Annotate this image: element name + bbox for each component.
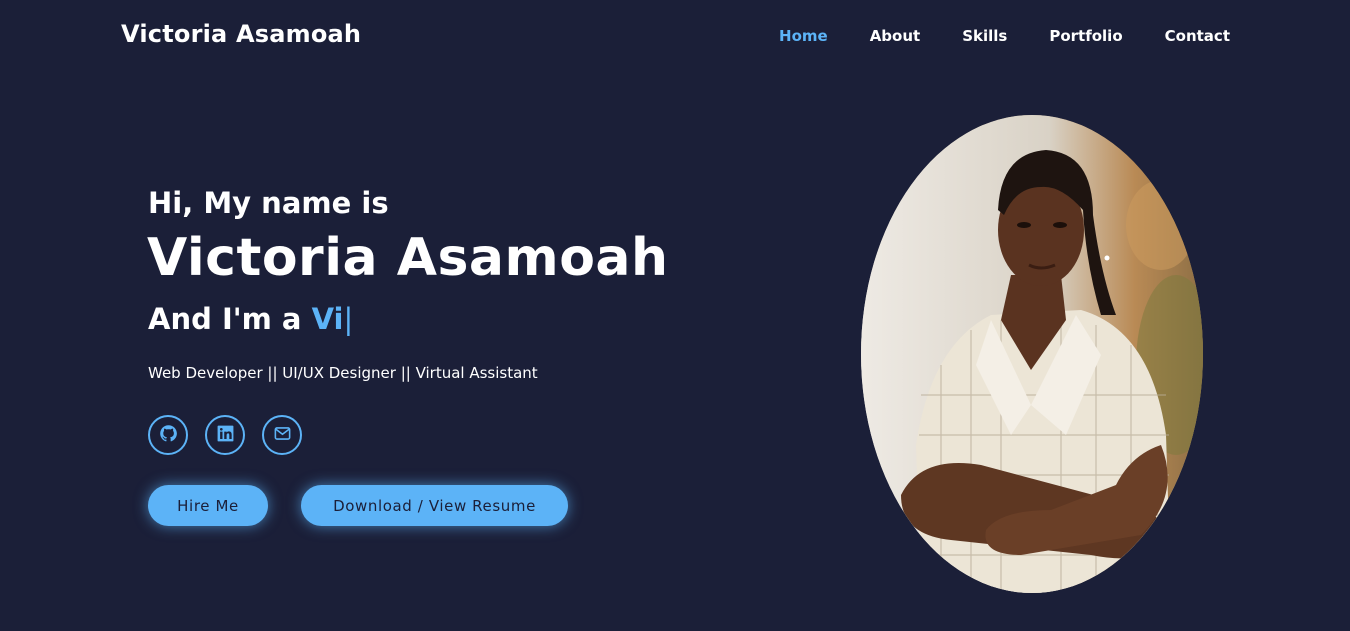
github-link[interactable] <box>148 415 188 455</box>
email-link[interactable] <box>262 415 302 455</box>
resume-button[interactable]: Download / View Resume <box>301 485 568 526</box>
linkedin-icon <box>216 424 235 447</box>
nav-skills[interactable]: Skills <box>962 27 1007 45</box>
page: Victoria Asamoah Home About Skills Portf… <box>0 0 1350 631</box>
hero-tagline: Web Developer || UI/UX Designer || Virtu… <box>148 364 538 382</box>
nav-about[interactable]: About <box>870 27 921 45</box>
github-icon <box>159 424 178 447</box>
main-nav: Home About Skills Portfolio Contact <box>779 27 1230 45</box>
nav-contact[interactable]: Contact <box>1165 27 1230 45</box>
hero-name: Victoria Asamoah <box>147 228 669 288</box>
nav-home[interactable]: Home <box>779 27 828 45</box>
site-logo[interactable]: Victoria Asamoah <box>121 20 361 48</box>
mail-icon <box>273 424 292 447</box>
role-prefix: And I'm a <box>148 302 302 336</box>
nav-portfolio[interactable]: Portfolio <box>1049 27 1122 45</box>
hero-greeting: Hi, My name is <box>148 186 389 220</box>
hire-me-button[interactable]: Hire Me <box>148 485 268 526</box>
profile-photo <box>861 115 1203 593</box>
role-typed-text: Vi <box>311 302 344 336</box>
typing-cursor: | <box>343 302 354 336</box>
hero-role: And I'm a Vi| <box>148 302 353 336</box>
social-links <box>148 415 302 455</box>
linkedin-link[interactable] <box>205 415 245 455</box>
